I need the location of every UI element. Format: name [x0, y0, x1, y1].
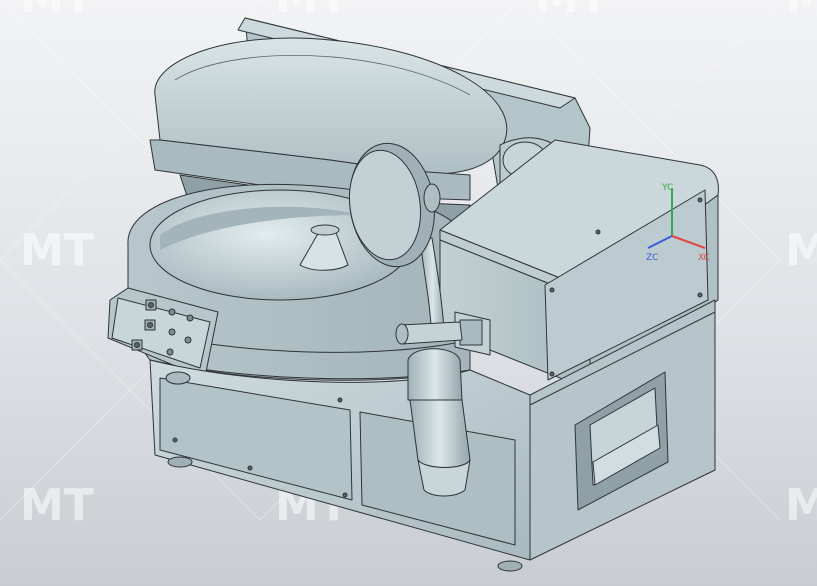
arm-joint-cap[interactable]	[395, 323, 409, 345]
watermark: MT	[20, 225, 94, 276]
watermark: MT	[785, 480, 817, 531]
bolt	[697, 197, 703, 203]
panel-indicator	[148, 302, 154, 308]
watermark: MT	[20, 0, 94, 23]
watermark: MT	[20, 480, 94, 531]
bolt	[342, 492, 348, 498]
bowl-center-cap	[310, 224, 340, 236]
bolt	[247, 465, 253, 471]
panel-knob[interactable]	[184, 336, 192, 344]
arm-grip-lower[interactable]	[409, 399, 471, 468]
panel-knob[interactable]	[168, 328, 176, 336]
bolt	[337, 397, 343, 403]
panel-indicator	[147, 322, 153, 328]
machine-model[interactable]	[107, 17, 719, 572]
bolt	[595, 229, 601, 235]
panel-knob[interactable]	[166, 348, 174, 356]
watermark: MT	[275, 0, 349, 23]
watermark: MT	[785, 0, 817, 23]
bolt	[697, 292, 703, 298]
arm-grip[interactable]	[407, 348, 463, 401]
model-view[interactable]: MT MT MT MT MT MT MT MT MT MT MT MT	[0, 0, 817, 586]
triad-y-label: YC	[661, 183, 673, 193]
panel-knob[interactable]	[186, 314, 194, 322]
triad-x-label: XC	[698, 253, 710, 263]
watermark: MT	[535, 0, 609, 23]
foot	[497, 560, 523, 572]
panel-knob[interactable]	[168, 308, 176, 316]
paddle-disc-hub[interactable]	[423, 183, 441, 213]
arm-joint[interactable]	[399, 321, 463, 345]
bolt	[549, 371, 555, 377]
watermark: MT	[785, 225, 817, 276]
bolt	[172, 437, 178, 443]
triad-z-label: ZC	[646, 253, 658, 263]
foot	[165, 371, 191, 385]
foot	[167, 456, 193, 468]
bolt	[549, 287, 555, 293]
graphics-viewport[interactable]: MT MT MT MT MT MT MT MT MT MT MT MT	[0, 0, 817, 586]
mount-plate-inner	[459, 319, 483, 346]
panel-indicator	[134, 342, 140, 348]
